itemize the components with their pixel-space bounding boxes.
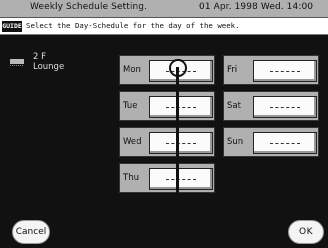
day-label-fri: Fri — [227, 65, 238, 75]
schedule-panel: 2 F Lounge Mon Tue Wed Thu Fri Sat Sun — [0, 35, 328, 210]
day-tile-tue: Tue — [119, 91, 215, 121]
date-time-display: 01 Apr. 1998 Wed. 14:00 — [199, 2, 314, 12]
room-icon — [10, 59, 24, 66]
ok-button[interactable]: OK — [288, 220, 324, 244]
day-schedule-button-sun[interactable] — [253, 132, 317, 154]
day-label-mon: Mon — [123, 65, 141, 75]
day-tile-thu: Thu — [119, 163, 215, 193]
day-label-wed: Wed — [123, 137, 142, 147]
day-tile-sat: Sat — [223, 91, 319, 121]
weekly-schedule-screen: Weekly Schedule Setting. 01 Apr. 1998 We… — [0, 0, 328, 248]
day-schedule-button-wed[interactable] — [149, 132, 213, 154]
pointer-stick-icon — [176, 67, 179, 208]
guide-badge: GUIDE — [2, 21, 22, 32]
guide-text: Select the Day-Schedule for the day of t… — [26, 21, 240, 30]
location-room: Lounge — [33, 62, 65, 72]
title-bar: Weekly Schedule Setting. 01 Apr. 1998 We… — [0, 0, 328, 18]
day-label-sun: Sun — [227, 137, 244, 147]
day-schedule-button-fri[interactable] — [253, 60, 317, 82]
day-label-tue: Tue — [123, 101, 138, 111]
guide-row: GUIDE Select the Day-Schedule for the da… — [0, 18, 328, 35]
day-label-thu: Thu — [123, 173, 139, 183]
day-tile-wed: Wed — [119, 127, 215, 157]
day-label-sat: Sat — [227, 101, 241, 111]
day-tile-fri: Fri — [223, 55, 319, 85]
window-title: Weekly Schedule Setting. — [30, 2, 148, 12]
day-tile-sun: Sun — [223, 127, 319, 157]
day-schedule-button-tue[interactable] — [149, 96, 213, 118]
day-tile-mon: Mon — [119, 55, 215, 85]
bottom-bar: Cancel OK — [0, 210, 328, 248]
cancel-button[interactable]: Cancel — [12, 220, 50, 244]
day-schedule-button-sat[interactable] — [253, 96, 317, 118]
location-floor: 2 F — [33, 52, 46, 62]
day-schedule-button-thu[interactable] — [149, 168, 213, 190]
